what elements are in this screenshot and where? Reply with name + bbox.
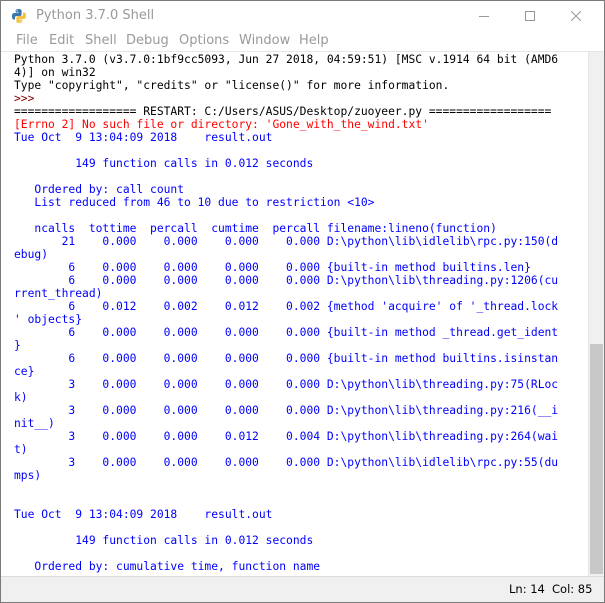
- shell-prompt: >>>: [14, 92, 42, 105]
- shell-text-area[interactable]: Python 3.7.0 (v3.7.0:1bf9cc5093, Jun 27 …: [1, 52, 588, 576]
- minimize-button[interactable]: [461, 1, 507, 31]
- status-bar: Ln: 14 Col: 85: [1, 576, 604, 602]
- banner-line-1: Python 3.7.0 (v3.7.0:1bf9cc5093, Jun 27 …: [14, 53, 559, 66]
- status-line-number: Ln: 14: [509, 582, 545, 596]
- shell-output: Python 3.7.0 (v3.7.0:1bf9cc5093, Jun 27 …: [14, 53, 558, 573]
- minimize-icon: [479, 16, 489, 17]
- status-column-number: Col: 85: [552, 582, 593, 596]
- python-logo-icon: [12, 9, 26, 23]
- menu-file[interactable]: File: [16, 33, 38, 48]
- menu-bar: File Edit Shell Debug Options Window Hel…: [1, 31, 604, 51]
- restart-line: ================== RESTART: C:/Users/ASU…: [14, 105, 552, 118]
- profile-stats-output: Tue Oct 9 13:04:09 2018 result.out 149 f…: [14, 131, 559, 573]
- window-title: Python 3.7.0 Shell: [36, 8, 155, 23]
- vertical-scrollbar[interactable]: [588, 52, 604, 576]
- close-icon: [571, 11, 581, 21]
- scrollbar-thumb[interactable]: [590, 344, 603, 574]
- idle-shell-window: Python 3.7.0 Shell File Edit Shell Debug…: [0, 0, 605, 603]
- menu-window[interactable]: Window: [239, 33, 290, 48]
- menu-options[interactable]: Options: [179, 33, 229, 48]
- maximize-icon: [525, 11, 535, 21]
- title-bar[interactable]: Python 3.7.0 Shell: [1, 1, 604, 31]
- menu-shell[interactable]: Shell: [85, 33, 117, 48]
- menu-edit[interactable]: Edit: [49, 33, 74, 48]
- error-message: [Errno 2] No such file or directory: 'Go…: [14, 118, 429, 131]
- menu-help[interactable]: Help: [299, 33, 329, 48]
- menu-debug[interactable]: Debug: [126, 33, 169, 48]
- maximize-button[interactable]: [507, 1, 553, 31]
- banner-line-3: Type "copyright", "credits" or "license(…: [14, 79, 450, 92]
- banner-line-2: 4)] on win32: [14, 66, 96, 79]
- close-button[interactable]: [553, 1, 599, 31]
